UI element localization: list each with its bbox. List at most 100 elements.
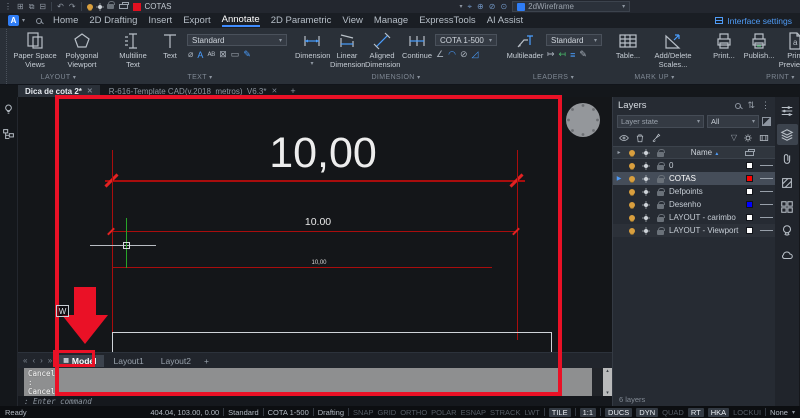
chevron-down-icon[interactable]: ▾ bbox=[792, 409, 795, 416]
tab-annotate[interactable]: Annotate bbox=[222, 14, 260, 27]
text-case-icon[interactable]: ᴬᴮ bbox=[207, 50, 215, 60]
layer-lock-icon[interactable] bbox=[657, 230, 664, 235]
layer-state-dropdown[interactable]: Layer state ▾ bbox=[617, 115, 704, 128]
close-icon[interactable]: ✕ bbox=[87, 87, 93, 95]
linetype-sample[interactable] bbox=[760, 178, 773, 179]
leader-style-icon[interactable]: ✎ bbox=[579, 49, 587, 60]
print-preview-button[interactable]: a Print Preview... bbox=[777, 31, 800, 69]
sort-icon[interactable]: ⇅ bbox=[747, 100, 755, 111]
interface-settings-button[interactable]: Interface settings bbox=[715, 16, 792, 26]
layer-thaw-icon[interactable] bbox=[644, 177, 648, 181]
annotation-scale-none[interactable]: None bbox=[770, 408, 788, 417]
layer-thaw-icon[interactable] bbox=[644, 229, 648, 233]
new-document-icon[interactable]: ⊞ bbox=[17, 3, 24, 11]
group-label-dimension[interactable]: DIMENSION ▾ bbox=[295, 74, 497, 84]
undo-icon[interactable]: ↶ bbox=[57, 3, 64, 11]
next-tab-button[interactable]: › bbox=[38, 356, 45, 365]
continue-dimension-button[interactable]: Continue bbox=[400, 31, 434, 61]
layer-on-icon[interactable] bbox=[629, 163, 635, 169]
search-icon[interactable] bbox=[735, 103, 741, 109]
merge-layer-icon[interactable] bbox=[759, 133, 769, 143]
group-label-print[interactable]: PRINT ▾ bbox=[707, 74, 800, 84]
open-document-icon[interactable]: ⧉ bbox=[29, 3, 35, 11]
layer-on-icon[interactable] bbox=[629, 189, 635, 195]
layer-on-icon[interactable] bbox=[629, 228, 635, 234]
layer-color-swatch[interactable] bbox=[746, 175, 753, 182]
field-icon[interactable]: ⌀ bbox=[188, 49, 193, 60]
hatch-panel-button[interactable] bbox=[777, 172, 798, 193]
layer-color-swatch[interactable] bbox=[746, 162, 753, 169]
tab-export[interactable]: Export bbox=[183, 15, 210, 26]
structure-panel-icon[interactable] bbox=[2, 128, 15, 141]
ordinate-dimension-icon[interactable]: ◿ bbox=[471, 49, 478, 60]
attachments-panel-button[interactable] bbox=[777, 148, 798, 169]
layer-color-swatch[interactable] bbox=[746, 201, 753, 208]
layer-thaw-icon[interactable] bbox=[644, 216, 648, 220]
workspace-tool-icon[interactable]: ⊕ bbox=[477, 3, 484, 11]
multileader-button[interactable]: Multileader bbox=[505, 31, 545, 61]
settings-tool-icon[interactable]: ⊙ bbox=[500, 3, 507, 11]
filter-funnel-icon[interactable]: ▽ bbox=[731, 133, 737, 142]
navigation-ball-icon[interactable] bbox=[564, 101, 602, 139]
arc-dimension-icon[interactable]: ◠ bbox=[448, 49, 456, 60]
toggle-quad[interactable]: QUAD bbox=[662, 408, 684, 417]
group-label-layout[interactable]: LAYOUT ▾ bbox=[12, 74, 105, 84]
layer-row[interactable]: 0 bbox=[613, 159, 775, 172]
tab-insert[interactable]: Insert bbox=[148, 15, 172, 26]
layer-lock-icon[interactable] bbox=[657, 217, 664, 222]
polygonal-viewport-button[interactable]: Polygonal Viewport bbox=[59, 31, 105, 69]
toggle-grid[interactable]: GRID bbox=[377, 408, 396, 417]
frame-text-icon[interactable]: ▭ bbox=[231, 49, 240, 60]
layer-row-selected[interactable]: ▶ COTAS bbox=[613, 172, 775, 185]
components-panel-button[interactable] bbox=[777, 196, 798, 217]
close-icon[interactable]: ✕ bbox=[272, 87, 278, 95]
tab-expresstools[interactable]: ExpressTools bbox=[419, 15, 476, 26]
scroll-up-icon[interactable]: ▴ bbox=[606, 368, 609, 374]
layer-on-icon[interactable] bbox=[87, 4, 93, 10]
status-dim-style[interactable]: COTA 1-500 bbox=[268, 408, 309, 417]
tab-home[interactable]: Home bbox=[53, 15, 78, 26]
group-label-leaders[interactable]: LEADERS ▾ bbox=[505, 74, 602, 84]
bricscad-logo[interactable]: A bbox=[8, 15, 19, 26]
delete-layer-icon[interactable] bbox=[635, 133, 645, 143]
command-scrollbar[interactable]: ▴ ▾ bbox=[603, 368, 612, 396]
diameter-dimension-icon[interactable]: ⊘ bbox=[460, 49, 468, 60]
print-button[interactable]: Print... bbox=[707, 31, 741, 61]
layer-thaw-icon[interactable] bbox=[98, 5, 102, 9]
toggle-rt[interactable]: RT bbox=[688, 408, 704, 417]
toggle-ortho[interactable]: ORTHO bbox=[400, 408, 427, 417]
leader-style-dropdown[interactable]: Standard ▾ bbox=[546, 34, 602, 46]
angular-dimension-icon[interactable]: ∠ bbox=[436, 49, 444, 60]
text-style-dropdown[interactable]: Standard ▾ bbox=[187, 34, 287, 46]
layer-settings-icon[interactable] bbox=[743, 133, 753, 143]
layer-thaw-icon[interactable] bbox=[644, 203, 648, 207]
aligned-dimension-button[interactable]: Aligned Dimension bbox=[365, 31, 399, 69]
linetype-sample[interactable] bbox=[760, 204, 773, 205]
cloud-panel-button[interactable] bbox=[777, 244, 798, 265]
tab-2d-parametric[interactable]: 2D Parametric bbox=[271, 15, 332, 26]
layer-on-icon[interactable] bbox=[629, 215, 635, 221]
layer-on-icon[interactable] bbox=[629, 176, 635, 182]
layer-color-swatch[interactable] bbox=[746, 214, 753, 221]
layer-thaw-icon[interactable] bbox=[644, 164, 648, 168]
command-input[interactable]: : Enter command bbox=[18, 396, 612, 406]
purge-brush-icon[interactable] bbox=[651, 133, 661, 143]
name-column-header[interactable]: Name ▲ bbox=[667, 148, 741, 157]
toggle-hka[interactable]: HKA bbox=[708, 408, 729, 417]
layer-color-swatch[interactable] bbox=[746, 227, 753, 234]
text-style-manager-icon[interactable]: ✎ bbox=[243, 49, 251, 60]
save-document-icon[interactable]: ⊟ bbox=[39, 3, 46, 11]
toggle-scale[interactable]: 1:1 bbox=[580, 408, 596, 417]
linetype-sample[interactable] bbox=[760, 217, 773, 218]
layer-thaw-icon[interactable] bbox=[644, 190, 648, 194]
layers-table-header[interactable]: ▸ Name ▲ bbox=[613, 146, 775, 159]
toggle-ducs[interactable]: DUCS bbox=[605, 408, 632, 417]
tips-bulb-icon[interactable] bbox=[2, 103, 15, 116]
status-text-style[interactable]: Standard bbox=[228, 408, 258, 417]
dimension-button[interactable]: Dimension ▾ bbox=[295, 31, 329, 68]
layer-plot-icon[interactable] bbox=[119, 4, 128, 9]
add-delete-scales-button[interactable]: Add/Delete Scales... bbox=[647, 31, 699, 69]
scroll-down-icon[interactable]: ▾ bbox=[606, 390, 609, 396]
find-text-icon[interactable]: ⊠ bbox=[219, 49, 227, 60]
table-button[interactable]: Table... bbox=[610, 31, 646, 61]
